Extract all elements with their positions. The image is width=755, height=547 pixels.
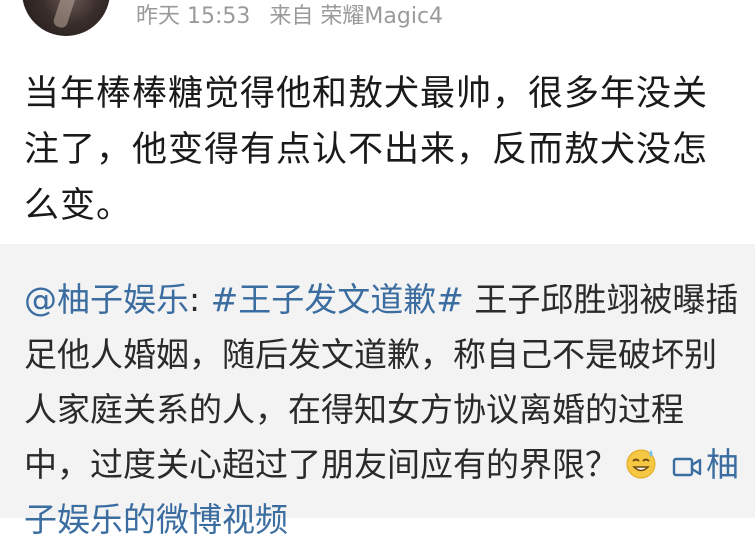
post-text: 当年棒棒糖觉得他和敖犬最帅，很多年没关注了，他变得有点认不出来，反而敖犬没怎么变… bbox=[24, 74, 709, 226]
post-meta: 昨天 15:53 来自 荣耀Magic4 bbox=[136, 2, 443, 32]
hashtag-link[interactable]: #王子发文道歉# bbox=[211, 280, 464, 319]
avatar-highlight bbox=[52, 0, 78, 30]
post-source: 来自 荣耀Magic4 bbox=[269, 4, 444, 29]
repost-colon: : bbox=[189, 280, 211, 319]
post-time: 昨天 15:53 bbox=[136, 4, 251, 29]
repost-text: @柚子娱乐: #王子发文道歉# 王子邱胜翊被曝插足他人婚姻，随后发文道歉，称自己… bbox=[24, 272, 742, 547]
avatar[interactable] bbox=[22, 0, 110, 36]
sweat-grin-emoji-icon bbox=[626, 449, 656, 479]
video-camera-icon bbox=[672, 457, 702, 477]
repost-author-link[interactable]: @柚子娱乐 bbox=[24, 280, 189, 319]
